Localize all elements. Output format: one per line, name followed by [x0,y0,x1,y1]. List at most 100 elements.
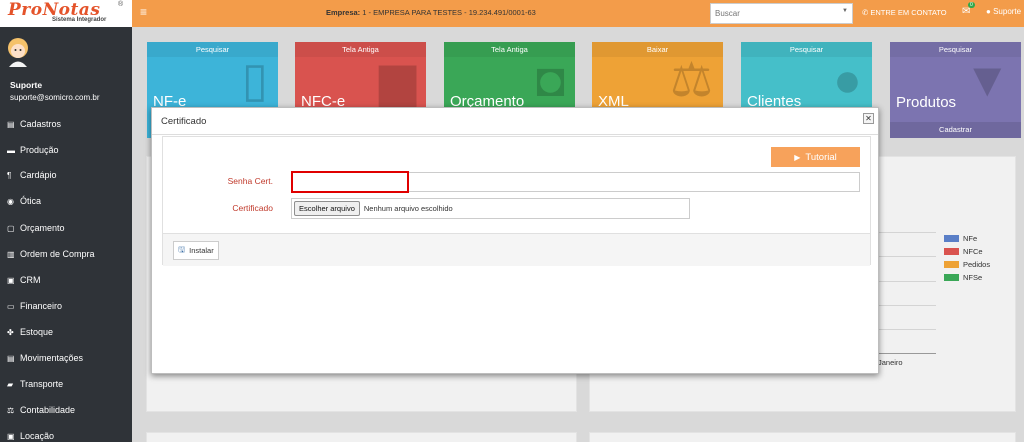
contact-label: ENTRE EM CONTATO [870,8,947,17]
logo-subtitle: Sistema Integrador [52,17,107,23]
sidebar-item-label: Cardápio [20,170,57,180]
menu-toggle-icon[interactable]: ≡ [140,5,147,19]
legend-swatch [944,235,959,242]
search-box[interactable]: ▼ [710,3,853,24]
messages-badge: 0 [968,2,975,8]
sidebar-item-crm[interactable]: ▣ CRM [7,272,41,288]
printer-icon: ▆ [379,54,416,107]
save-icon: 🖫 [178,244,186,254]
legend-label: NFSe [963,273,983,282]
sidebar-item-label: Locação [20,431,55,441]
sidebar-item-contabilidade[interactable]: ⚖ Contabilidade [7,402,75,418]
legend-item: Pedidos [944,258,990,271]
otica-icon: ◉ [7,196,14,206]
sidebar-item-orcamento[interactable]: ▢ Orçamento [7,220,65,236]
close-icon[interactable]: ✕ [863,113,874,124]
avatar [8,38,28,67]
legend-label: NFe [963,234,978,243]
sidebar-item-estoque[interactable]: ✤ Estoque [7,324,53,340]
dashboard-panel-bottom-left [146,432,577,442]
legend-swatch [944,274,959,281]
chart-gridline [879,256,936,257]
search-dropdown-icon[interactable]: ▼ [842,8,848,14]
chart-axis [879,353,936,354]
financeiro-icon: ▭ [7,301,15,311]
movimentacoes-icon: ▤ [7,353,15,363]
cardapio-icon: ¶ [7,170,12,180]
sidebar-item-transporte[interactable]: ▰ Transporte [7,376,63,392]
crm-icon: ▣ [7,275,15,285]
shopping-bag-icon: ◘ [536,54,565,107]
certificate-modal: Certificado ✕ ▶ Tutorial Senha Cert. Cer… [151,107,879,374]
sidebar-item-label: Ordem de Compra [20,249,95,259]
producao-icon: ▬ [7,145,15,155]
play-icon: ▶ [794,152,801,162]
locacao-icon: ▣ [7,431,15,441]
orcamento-icon: ▢ [7,223,15,233]
scale-icon: ⚖ [669,54,713,107]
tile-produtos[interactable]: Pesquisar ▼ Produtos Cadastrar [890,42,1021,138]
certificate-form: ▶ Tutorial Senha Cert. Certificado Escol… [162,136,871,266]
modal-title: Certificado [161,116,207,127]
certificate-file-input[interactable]: Escolher arquivo Nenhum arquivo escolhid… [291,198,690,219]
sidebar-item-label: Orçamento [20,223,65,233]
certificate-label: Certificado [232,203,273,213]
sidebar-item-label: CRM [20,275,41,285]
sidebar-item-label: Estoque [20,327,54,337]
password-input[interactable] [292,173,859,191]
install-label: Instalar [189,246,214,255]
sidebar-item-financeiro[interactable]: ▭ Financeiro [7,298,62,314]
company-value: 1 - EMPRESA PARA TESTES - 19.234.491/000… [360,8,536,17]
tutorial-button[interactable]: ▶ Tutorial [771,147,860,167]
legend-swatch [944,248,959,255]
sidebar-item-label: Ótica [20,196,42,206]
company-label: Empresa: [326,8,361,17]
chart-gridline [879,281,936,282]
sidebar-item-movimentacoes[interactable]: ▤ Movimentações [7,350,83,366]
users-icon: ● [833,54,862,107]
sidebar-item-label: Transporte [20,379,64,389]
choose-file-button[interactable]: Escolher arquivo [294,201,360,216]
modal-divider [152,134,878,135]
top-bar: ProNotas ® Sistema Integrador ≡ Empresa:… [0,0,1024,27]
ordem-de-compra-icon: ▥ [7,249,15,259]
chart-gridline [879,305,936,306]
chart-month-label: Janeiro [878,358,903,367]
dashboard-panel-bottom-right [589,432,1016,442]
phone-icon: ✆ [862,8,869,17]
sidebar-item-cardapio[interactable]: ¶ Cardápio [7,167,57,183]
document-icon: ▯ [241,54,268,107]
tile-label: Produtos [896,94,957,111]
user-menu[interactable]: ● Suporte [986,7,1021,16]
sidebar-item-cadastros[interactable]: ▤ Cadastros [7,116,61,132]
logo[interactable]: ProNotas ® Sistema Integrador [0,0,132,27]
sidebar-item-label: Movimentações [20,353,84,363]
legend-item: NFe [944,232,990,245]
search-input[interactable] [711,4,831,23]
chart-legend: NFe NFCe Pedidos NFSe [944,232,990,284]
legend-item: NFSe [944,271,990,284]
sidebar-item-otica[interactable]: ◉ Ótica [7,193,41,209]
form-footer: 🖫 Instalar [163,233,870,266]
chart-gridline [879,232,936,233]
company-info: Empresa: 1 - EMPRESA PARA TESTES - 19.23… [326,8,536,17]
legend-swatch [944,261,959,268]
sidebar-user-email: suporte@somicro.com.br [10,93,100,102]
contact-link[interactable]: ✆ ENTRE EM CONTATO [862,8,947,17]
sidebar-item-label: Produção [20,145,59,155]
logo-registered-mark: ® [118,1,124,8]
legend-item: NFCe [944,245,990,258]
scale-icon: ⚖ [7,405,15,415]
file-status: Nenhum arquivo escolhido [363,204,453,213]
sidebar-item-label: Contabilidade [20,405,76,415]
sidebar-item-ordem-de-compra[interactable]: ▥ Ordem de Compra [7,246,95,262]
user-icon: ● [986,7,991,16]
tile-footer-cadastrar[interactable]: Cadastrar [890,122,1021,138]
sidebar-item-producao[interactable]: ▬ Produção [7,142,59,158]
tutorial-label: Tutorial [805,151,837,163]
sidebar-item-locacao[interactable]: ▣ Locação [7,428,54,442]
estoque-icon: ✤ [7,327,14,337]
install-button[interactable]: 🖫 Instalar [173,241,219,260]
password-field[interactable] [291,172,860,192]
cadastros-icon: ▤ [7,119,15,129]
